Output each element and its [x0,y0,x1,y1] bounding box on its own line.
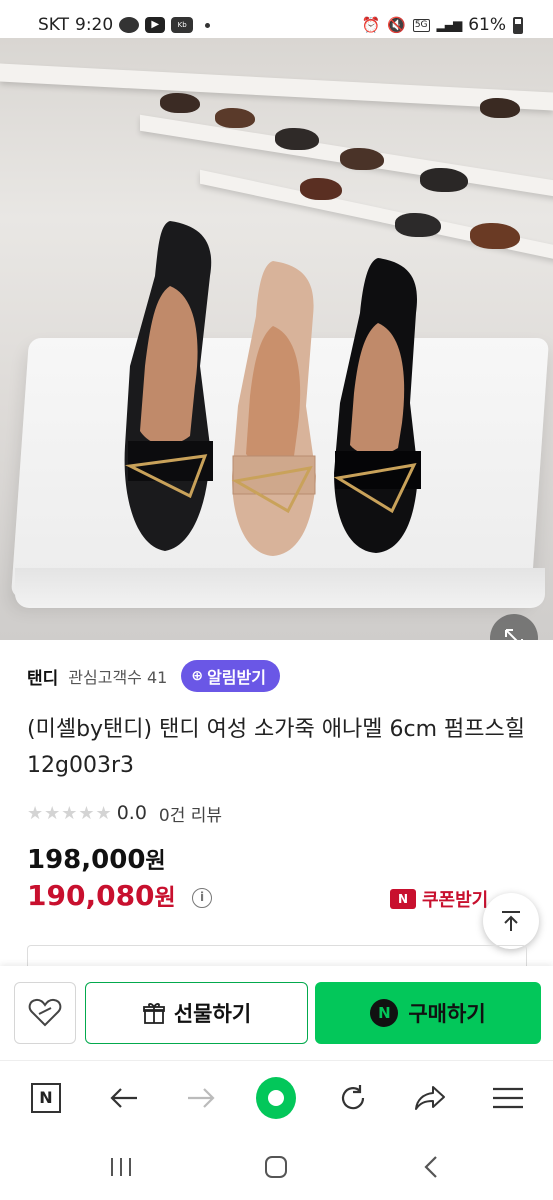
background-shelf [0,63,553,111]
background-shoe [300,178,342,200]
price-sale-value: 190,080 [27,879,155,912]
coupon-button[interactable]: N 쿠폰받기 [390,886,488,912]
naver-n-badge: N [390,889,416,909]
background-shoe [340,148,384,170]
price-info-icon[interactable]: i [192,888,212,908]
buy-button-label: 구매하기 [408,1002,486,1026]
purchase-bar: 선물하기 N 구매하기 [0,966,553,1060]
notification-dot-icon [205,22,211,28]
rating-stars-icon: ★★★★★ [27,802,113,824]
arrow-right-icon [188,1088,215,1108]
expand-image-button[interactable] [490,614,538,640]
messenger-icon [119,17,140,33]
background-shoe [160,93,200,113]
black-enamel-pump [333,258,421,553]
display-stand-front [15,568,545,608]
review-count[interactable]: 0건 리뷰 [159,801,222,826]
background-shoe [420,168,468,192]
beige-enamel-pump [231,261,316,556]
interest-count: 관심고객수 41 [68,668,168,687]
battery-icon [513,16,523,34]
rating-row[interactable]: ★★★★★ 0.0 0건 리뷰 [27,798,222,828]
naver-home-button[interactable]: N [26,1078,66,1118]
rating-value: 0.0 [116,802,147,824]
signal-icon: ▂▄▆ [436,18,463,32]
background-shoe [275,128,319,150]
background-shoe [470,223,520,249]
gift-button-label: 선물하기 [173,1002,252,1026]
alert-subscribe-button[interactable]: ⊕ 알림받기 [181,660,280,692]
refresh-icon [341,1085,365,1110]
store-name[interactable]: 탠디 [27,664,58,689]
recent-apps-button[interactable] [101,1152,141,1182]
arrow-up-icon [502,911,520,931]
price-original-value: 198,000 [27,845,146,875]
background-shoe [480,98,520,118]
green-dot-icon [256,1077,296,1119]
youtube-icon: ▶ [145,17,166,33]
alarm-icon: ⏰ [361,16,381,34]
carrier-label: SKT [38,15,70,35]
system-navigation-bar [0,1134,553,1200]
menu-button[interactable] [488,1078,528,1118]
plus-icon: ⊕ [191,668,204,684]
currency-unit: 원 [154,885,176,911]
product-image-carousel[interactable] [0,38,553,640]
buy-button[interactable]: N 구매하기 [315,982,541,1044]
price-original: 198,000원 [27,843,166,875]
background-shoe [395,213,441,237]
store-row: 탠디 관심고객수 41 ⊕ 알림받기 [27,660,280,692]
arrow-left-icon [110,1088,137,1108]
recent-apps-icon [111,1158,131,1176]
gift-icon [142,1003,165,1024]
share-button[interactable] [410,1078,450,1118]
coupon-label: 쿠폰받기 [422,890,489,911]
home-button[interactable] [256,1152,296,1182]
forward-button[interactable] [181,1078,221,1118]
browser-toolbar: N [0,1060,553,1134]
product-title: (미셸by탠디) 탠디 여성 소가죽 애나멜 6cm 펌프스힐 12g003r3 [27,717,525,778]
naver-pay-icon: N [370,999,399,1027]
background-shoe [215,108,255,128]
naver-n-icon: N [31,1083,61,1113]
alert-button-label: 알림받기 [207,668,266,687]
heart-icon [28,998,62,1027]
expand-icon [505,629,523,640]
home-icon [265,1156,287,1178]
green-dot-home-button[interactable] [256,1077,296,1119]
price-sale: 190,080원 [27,878,176,912]
scroll-top-button[interactable] [483,893,539,949]
back-button[interactable] [104,1078,144,1118]
mute-icon: 🔇 [387,16,406,34]
gift-button[interactable]: 선물하기 [85,982,308,1044]
network-type: 5G [412,18,430,32]
bank-app-icon: Kb [171,17,194,33]
hamburger-icon [493,1087,523,1109]
chevron-left-icon [424,1156,437,1178]
system-back-button[interactable] [411,1152,451,1182]
currency-unit: 원 [145,849,166,874]
clock: 9:20 [75,15,114,35]
black-suede-pump [124,221,213,551]
wishlist-button[interactable] [14,982,76,1044]
battery-percent: 61% [468,15,506,35]
refresh-button[interactable] [333,1078,373,1118]
share-icon [415,1086,445,1110]
